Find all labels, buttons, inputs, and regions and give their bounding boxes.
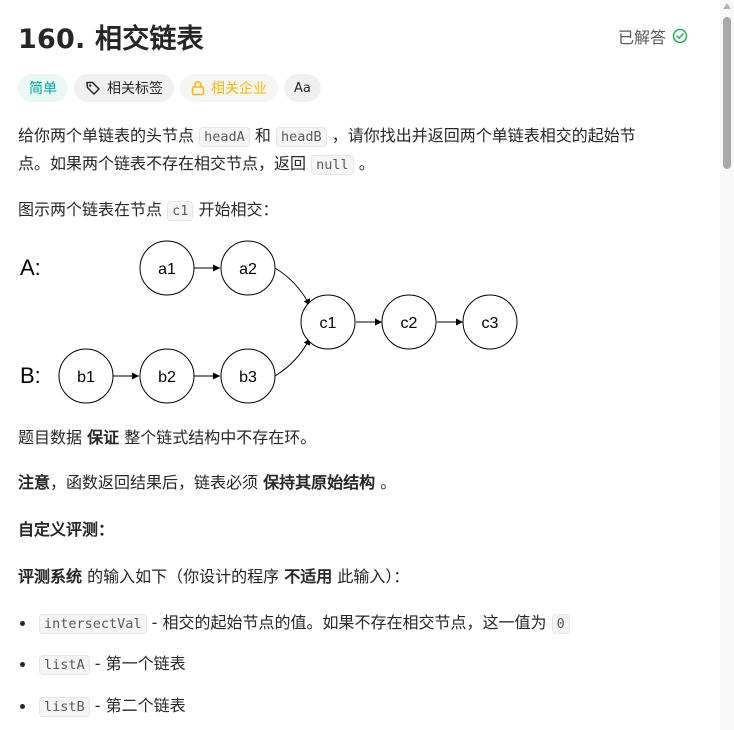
related-tags-button[interactable]: 相关标签 bbox=[74, 74, 174, 102]
list-a-label: A: bbox=[20, 255, 41, 280]
scroll-up-arrow-icon[interactable] bbox=[723, 3, 731, 9]
code-listb: listB bbox=[39, 697, 90, 717]
paragraph-note: 注意，函数返回结果后，链表必须 保持其原始结构 。 bbox=[18, 470, 396, 496]
solved-status: 已解答 bbox=[618, 24, 688, 48]
guarantee-text: 题目数据 bbox=[18, 428, 83, 447]
list-item-text: - 第二个链表 bbox=[94, 696, 186, 715]
edge-b3-c1 bbox=[274, 337, 311, 377]
custom-judge-heading: 自定义评测： bbox=[18, 520, 115, 539]
vertical-scrollbar[interactable] bbox=[720, 0, 734, 730]
intro-text: 给你两个单链表的头节点 bbox=[18, 126, 195, 145]
judge-text: 此输入）： bbox=[337, 567, 410, 586]
code-intersectval: intersectVal bbox=[39, 614, 147, 634]
lock-icon bbox=[191, 80, 205, 96]
node-label: b3 bbox=[239, 369, 257, 386]
code-null: null bbox=[311, 155, 354, 175]
code-zero: 0 bbox=[551, 614, 570, 634]
font-icon: Aa bbox=[294, 80, 311, 96]
difficulty-label: 简单 bbox=[29, 81, 57, 97]
bullet-dot bbox=[20, 621, 25, 626]
related-tags-label: 相关标签 bbox=[107, 81, 163, 97]
intro-text: 。 bbox=[358, 154, 375, 173]
code-c1: c1 bbox=[167, 201, 194, 221]
difficulty-badge: 简单 bbox=[18, 74, 68, 102]
node-label: b1 bbox=[77, 369, 95, 386]
judge-bold: 不适用 bbox=[284, 567, 333, 586]
page-title: 160. 相交链表 bbox=[18, 24, 204, 55]
note-text: ，函数返回结果后，链表必须 bbox=[50, 473, 259, 492]
intro-text: ，请你找出并返回两个单链表相交的起始节 bbox=[331, 126, 636, 145]
node-label: a2 bbox=[239, 261, 257, 278]
guarantee-text: 整个链式结构中不存在环。 bbox=[124, 428, 317, 447]
paragraph-guarantee: 题目数据 保证 整个链式结构中不存在环。 bbox=[18, 425, 316, 451]
check-circle-icon bbox=[672, 28, 688, 44]
title-row: 160. 相交链表 已解答 bbox=[18, 17, 688, 55]
node-label: c2 bbox=[401, 315, 418, 332]
list-item-text: - 相交的起始节点的值。如果不存在相交节点，这一值为 bbox=[151, 613, 547, 632]
related-companies-button[interactable]: 相关企业 bbox=[180, 74, 278, 102]
code-heada: headA bbox=[199, 127, 250, 147]
paragraph-figure-caption: 图示两个链表在节点 c1 开始相交： bbox=[18, 197, 278, 224]
caption-text: 图示两个链表在节点 bbox=[18, 200, 163, 219]
paragraph-intro-line2: 点。如果两个链表不存在相交节点，返回 null 。 bbox=[18, 151, 375, 178]
related-companies-label: 相关企业 bbox=[211, 81, 267, 97]
bullet-dot bbox=[20, 704, 25, 709]
linked-list-diagram: A: B: a1 a2 c1 c2 c3 b1 b2 b3 bbox=[20, 240, 518, 404]
judge-bold: 评测系统 bbox=[18, 567, 83, 586]
heading-custom-judge: 自定义评测： bbox=[18, 517, 114, 543]
tag-icon bbox=[85, 80, 101, 96]
tag-row: 简单 相关标签 相关企业 Aa bbox=[18, 74, 321, 102]
caption-text: 开始相交： bbox=[198, 200, 279, 219]
solved-label: 已解答 bbox=[617, 28, 666, 47]
code-lista: listA bbox=[39, 655, 90, 675]
paragraph-intro: 给你两个单链表的头节点 headA 和 headB ，请你找出并返回两个单链表相… bbox=[18, 123, 636, 150]
list-item-text: - 第一个链表 bbox=[94, 654, 186, 673]
node-label: c3 bbox=[482, 315, 499, 332]
scrollbar-thumb[interactable] bbox=[723, 17, 731, 169]
translate-button[interactable]: Aa bbox=[284, 74, 321, 102]
note-bold: 注意 bbox=[18, 473, 51, 492]
note-text: 。 bbox=[380, 473, 397, 492]
node-label: b2 bbox=[158, 369, 176, 386]
note-bold: 保持其原始结构 bbox=[263, 473, 376, 492]
node-label: c1 bbox=[320, 315, 337, 332]
list-b-label: B: bbox=[20, 363, 41, 388]
intro-text: 和 bbox=[254, 126, 271, 145]
bullet-dot bbox=[20, 662, 25, 667]
paragraph-judge-input: 评测系统 的输入如下（你设计的程序 不适用 此输入）： bbox=[18, 564, 409, 590]
intro-text: 点。如果两个链表不存在相交节点，返回 bbox=[18, 154, 307, 173]
edge-a2-c1 bbox=[274, 267, 311, 307]
guarantee-bold: 保证 bbox=[87, 428, 120, 447]
judge-text: 的输入如下（你设计的程序 bbox=[87, 567, 280, 586]
node-label: a1 bbox=[158, 261, 176, 278]
code-headb: headB bbox=[275, 127, 327, 147]
